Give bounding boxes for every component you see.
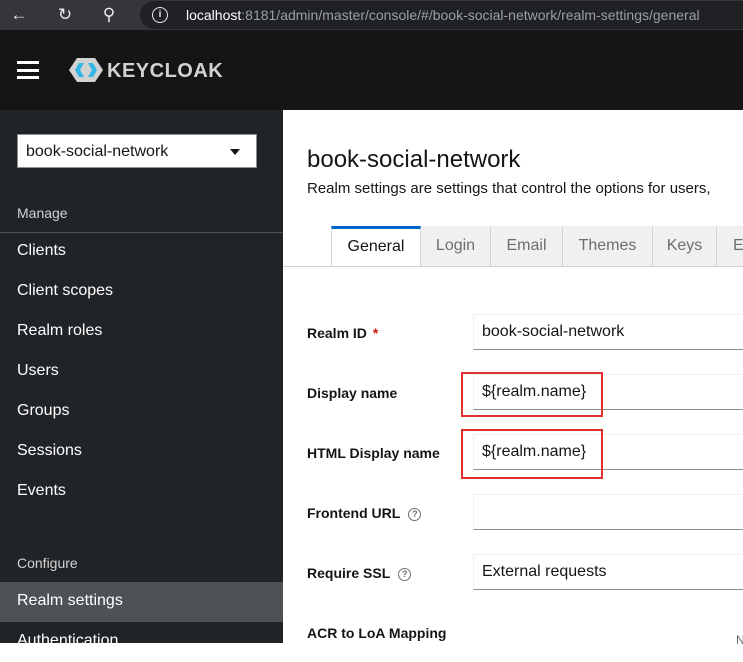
tab-login[interactable]: Login xyxy=(421,226,491,266)
acr-mapping-trailing-text: N xyxy=(736,633,743,647)
address-bar[interactable]: i localhost:8181/admin/master/console/#/… xyxy=(140,1,743,29)
manage-section-title: Manage xyxy=(17,205,68,221)
realm-selector[interactable]: book-social-network xyxy=(17,134,257,168)
search-icon[interactable]: ⚲ xyxy=(98,4,120,26)
realm-id-label: Realm ID * xyxy=(307,325,379,341)
back-arrow-icon[interactable]: ← xyxy=(8,4,30,26)
caret-down-icon xyxy=(230,149,240,155)
frontend-url-field[interactable] xyxy=(473,494,743,530)
general-settings-form: Realm ID * book-social-network Display na… xyxy=(283,266,743,647)
page-description: Realm settings are settings that control… xyxy=(307,180,711,197)
sidebar: book-social-network Manage Clients Clien… xyxy=(0,110,283,649)
keycloak-logo-icon xyxy=(69,58,103,82)
browser-toolbar: ← ↻ ⚲ i localhost:8181/admin/master/cons… xyxy=(0,0,743,30)
sidebar-item-groups[interactable]: Groups xyxy=(0,392,283,432)
hamburger-menu-icon[interactable] xyxy=(17,61,39,79)
configure-section-title: Configure xyxy=(17,555,78,571)
masthead: KEYCLOAK xyxy=(0,30,743,110)
info-icon[interactable]: i xyxy=(152,7,168,23)
tab-keys[interactable]: Keys xyxy=(653,226,717,266)
tab-more[interactable]: E xyxy=(717,226,743,266)
sidebar-item-clients[interactable]: Clients xyxy=(0,232,283,272)
logo-text: KEYCLOAK xyxy=(107,60,224,82)
page-title: book-social-network xyxy=(307,146,521,173)
highlight-box xyxy=(461,372,603,417)
sidebar-item-sessions[interactable]: Sessions xyxy=(0,432,283,472)
realm-id-field[interactable]: book-social-network xyxy=(473,314,743,350)
frontend-url-label: Frontend URL? xyxy=(307,505,422,521)
required-marker: * xyxy=(372,325,379,341)
tab-themes[interactable]: Themes xyxy=(563,226,653,266)
reload-icon[interactable]: ↻ xyxy=(54,4,76,26)
tab-general[interactable]: General xyxy=(331,226,421,266)
help-icon[interactable]: ? xyxy=(398,568,412,581)
html-display-name-label: HTML Display name xyxy=(307,445,440,461)
url-text: localhost:8181/admin/master/console/#/bo… xyxy=(186,7,700,23)
sidebar-item-client-scopes[interactable]: Client scopes xyxy=(0,272,283,312)
sidebar-item-authentication[interactable]: Authentication xyxy=(0,622,283,662)
sidebar-item-events[interactable]: Events xyxy=(0,472,283,512)
tab-email[interactable]: Email xyxy=(491,226,563,266)
acr-mapping-label: ACR to LoA Mapping xyxy=(307,625,447,641)
require-ssl-select[interactable]: External requests xyxy=(473,554,743,590)
sidebar-item-realm-roles[interactable]: Realm roles xyxy=(0,312,283,352)
page-header: book-social-network Realm settings are s… xyxy=(283,110,743,266)
sidebar-item-users[interactable]: Users xyxy=(0,352,283,392)
display-name-label: Display name xyxy=(307,385,398,401)
realm-selector-label: book-social-network xyxy=(26,143,169,160)
require-ssl-label: Require SSL? xyxy=(307,565,412,581)
highlight-box xyxy=(461,429,603,479)
sidebar-item-realm-settings[interactable]: Realm settings xyxy=(0,582,283,622)
help-icon[interactable]: ? xyxy=(408,508,422,521)
